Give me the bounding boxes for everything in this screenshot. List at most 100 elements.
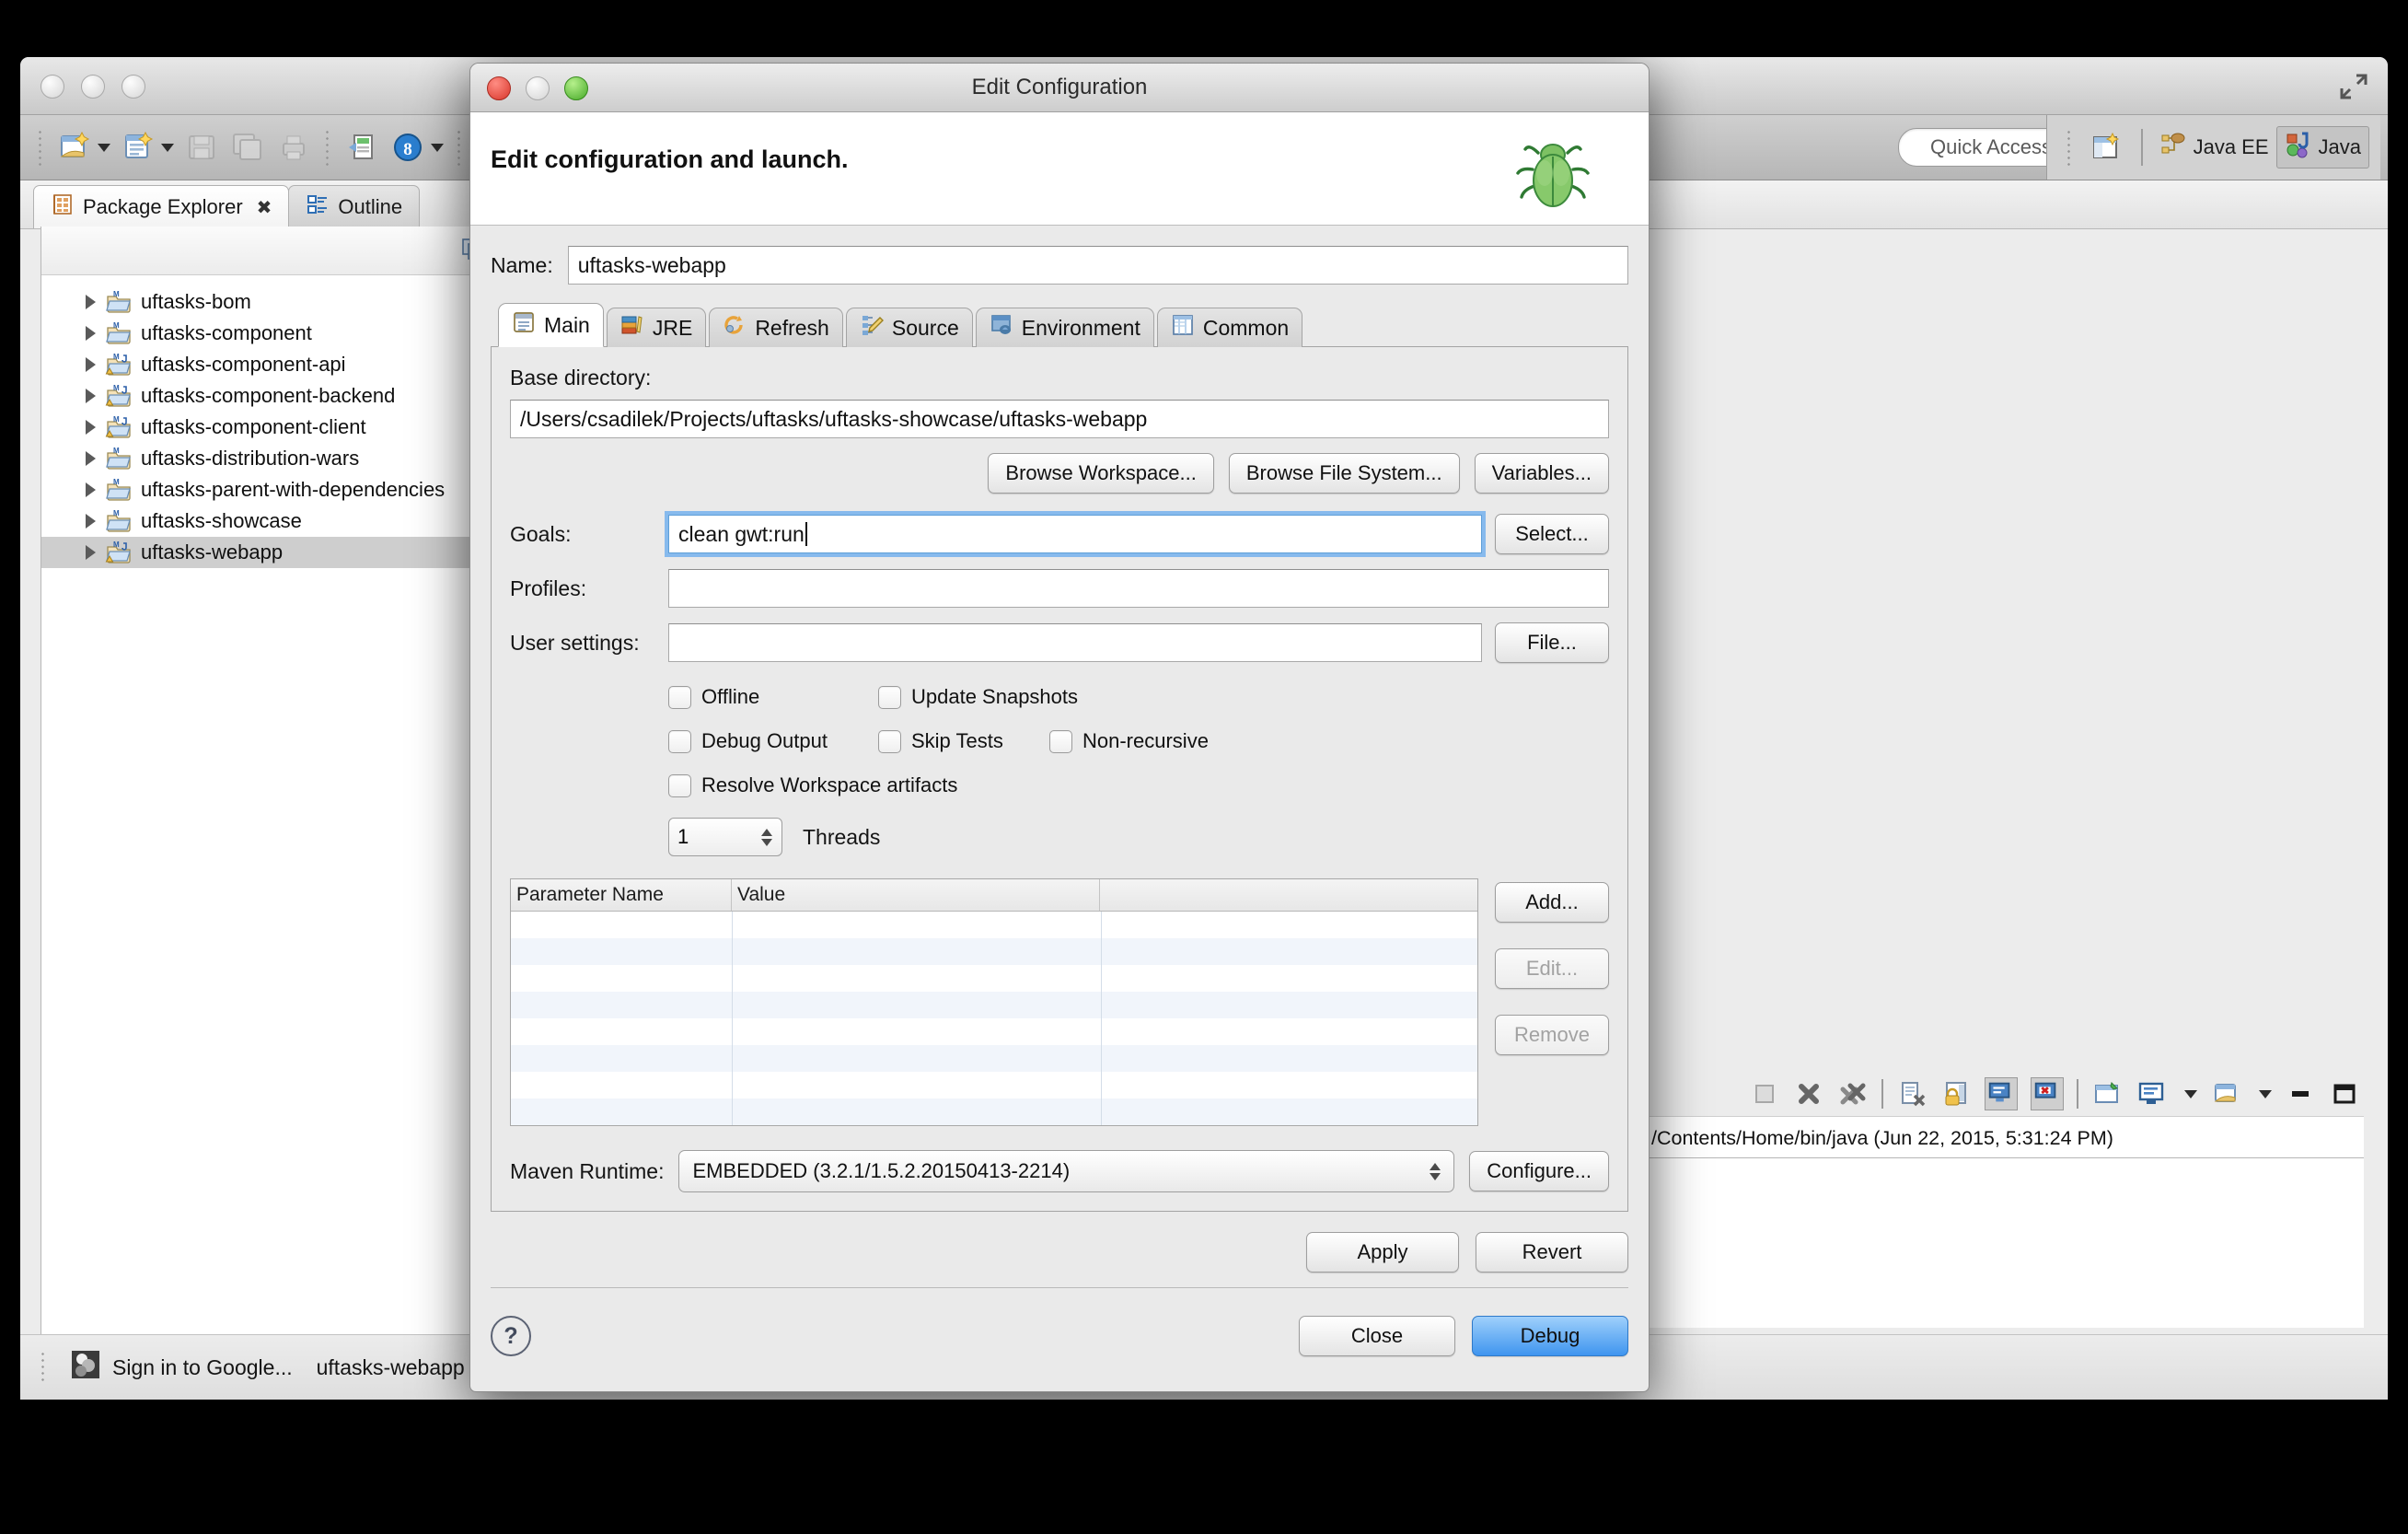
perspective-java[interactable]: Java [2275, 126, 2369, 169]
select-arrows-icon[interactable] [1430, 1162, 1441, 1180]
browse-workspace-button[interactable]: Browse Workspace... [988, 453, 1214, 494]
stepper-down-icon[interactable] [761, 838, 772, 846]
checkbox-box[interactable] [1049, 729, 1072, 753]
debug-button[interactable]: Debug [1472, 1316, 1628, 1356]
expand-arrow-icon[interactable] [86, 420, 96, 435]
tree-item-uftasks-component[interactable]: M uftasks-component [41, 318, 502, 349]
dialog-zoom-button[interactable] [564, 76, 588, 100]
perspective-grip[interactable] [2066, 129, 2072, 166]
view-tab-outline[interactable]: Outline [288, 185, 421, 228]
expand-arrow-icon[interactable] [86, 482, 96, 497]
expand-arrow-icon[interactable] [86, 295, 96, 309]
tree-item-uftasks-parent-with-dependencies[interactable]: M uftasks-parent-with-dependencies [41, 474, 502, 506]
project-tree[interactable]: M uftasks-bom M uftasks-component M ufta… [41, 275, 502, 568]
dialog-traffic-lights[interactable] [487, 76, 588, 100]
google-signin-button[interactable]: Sign in to Google... [70, 1349, 293, 1386]
minimize-button[interactable] [81, 75, 105, 99]
tree-item-uftasks-bom[interactable]: M uftasks-bom [41, 286, 502, 318]
save-button[interactable] [183, 129, 220, 166]
remove-launch-icon[interactable] [1793, 1078, 1824, 1110]
checkbox-resolve-workspace-artifacts[interactable]: Resolve Workspace artifacts [668, 773, 1609, 797]
lock-scroll-icon[interactable] [1940, 1078, 1972, 1110]
goals-input[interactable]: clean gwt:run [668, 515, 1482, 553]
tab-environment[interactable]: Environment [975, 308, 1154, 347]
checkbox-box[interactable] [668, 685, 691, 709]
tree-item-uftasks-component-client[interactable]: M uftasks-component-client [41, 412, 502, 443]
expand-arrow-icon[interactable] [86, 545, 96, 560]
checkbox-box[interactable] [878, 685, 901, 709]
remove-all-terminated-icon[interactable] [1837, 1078, 1869, 1110]
user-settings-file-button[interactable]: File... [1495, 622, 1609, 663]
dialog-minimize-button[interactable] [526, 76, 550, 100]
status-bar-grip[interactable] [41, 1351, 46, 1384]
apply-button[interactable]: Apply [1306, 1232, 1459, 1273]
close-button[interactable]: Close [1299, 1316, 1455, 1356]
checkbox-debug-output[interactable]: Debug Output [668, 729, 878, 753]
chevron-down-icon[interactable] [2259, 1089, 2272, 1098]
close-button[interactable] [41, 75, 64, 99]
save-all-button[interactable] [229, 129, 266, 166]
show-console-on-output-icon[interactable] [1985, 1077, 2018, 1110]
maven-runtime-select[interactable]: EMBEDDED (3.2.1/1.5.2.20150413-2214) [678, 1150, 1455, 1192]
tab-refresh[interactable]: Refresh [709, 308, 843, 347]
maximize-icon[interactable] [2329, 1078, 2360, 1110]
terminate-icon[interactable] [1749, 1078, 1780, 1110]
checkbox-offline[interactable]: Offline [668, 685, 878, 709]
add-parameter-button[interactable]: Add... [1495, 882, 1609, 923]
checkbox-box[interactable] [668, 729, 691, 753]
column-header-extra[interactable] [1100, 879, 1477, 911]
tree-item-uftasks-component-backend[interactable]: M uftasks-component-backend [41, 380, 502, 412]
fullscreen-icon[interactable] [2338, 72, 2369, 101]
table-row[interactable] [511, 1098, 1477, 1125]
select-goals-button[interactable]: Select... [1495, 514, 1609, 554]
table-row[interactable] [511, 1045, 1477, 1072]
profiles-input[interactable] [668, 569, 1609, 608]
dialog-close-button[interactable] [487, 76, 511, 100]
open-type-button[interactable] [343, 129, 380, 166]
user-settings-input[interactable] [668, 623, 1482, 662]
open-perspective-icon[interactable] [2088, 129, 2124, 166]
tab-source[interactable]: Source [845, 308, 973, 347]
column-header-parameter-name[interactable]: Parameter Name [511, 879, 732, 911]
pin-console-icon[interactable] [2091, 1078, 2123, 1110]
tab-main[interactable]: Main [498, 303, 604, 347]
base-directory-input[interactable]: /Users/csadilek/Projects/uftasks/uftasks… [510, 400, 1609, 438]
browse-file-system-button[interactable]: Browse File System... [1228, 453, 1460, 494]
help-icon[interactable]: ? [491, 1316, 531, 1356]
minimize-icon[interactable] [2285, 1078, 2316, 1110]
configuration-name-input[interactable]: uftasks-webapp [567, 246, 1628, 285]
perspective-java-ee[interactable]: Java EE [2152, 127, 2276, 168]
chevron-down-icon[interactable] [98, 143, 110, 152]
view-tab-package-explorer[interactable]: Package Explorer ✖ [33, 185, 290, 228]
table-row[interactable] [511, 1018, 1477, 1045]
expand-arrow-icon[interactable] [86, 514, 96, 529]
table-row[interactable] [511, 992, 1477, 1018]
chevron-down-icon[interactable] [161, 143, 174, 152]
table-row[interactable] [511, 965, 1477, 992]
variables-button[interactable]: Variables... [1474, 453, 1609, 494]
show-console-on-error-icon[interactable] [2031, 1077, 2064, 1110]
clear-console-icon[interactable] [1896, 1078, 1928, 1110]
tree-item-uftasks-component-api[interactable]: M uftasks-component-api [41, 349, 502, 380]
toolbar-grip[interactable] [38, 129, 43, 166]
expand-arrow-icon[interactable] [86, 357, 96, 372]
tree-item-uftasks-showcase[interactable]: M uftasks-showcase [41, 506, 502, 537]
parameters-table[interactable]: Parameter Name Value [510, 878, 1478, 1126]
stepper-up-icon[interactable] [761, 828, 772, 836]
console-view[interactable]: /Contents/Home/bin/java (Jun 22, 2015, 5… [1650, 1116, 2364, 1328]
display-selected-console-icon[interactable] [2136, 1078, 2167, 1110]
table-row[interactable] [511, 938, 1477, 965]
print-button[interactable] [275, 129, 312, 166]
zoom-button[interactable] [122, 75, 145, 99]
tree-item-uftasks-distribution-wars[interactable]: M uftasks-distribution-wars [41, 443, 502, 474]
chevron-down-icon[interactable] [2184, 1089, 2197, 1098]
open-console-icon[interactable] [2210, 1078, 2241, 1110]
table-row[interactable] [511, 1072, 1477, 1098]
stepper-arrows[interactable] [761, 828, 772, 846]
tab-common[interactable]: Common [1156, 308, 1303, 347]
checkbox-box[interactable] [668, 773, 691, 797]
expand-arrow-icon[interactable] [86, 326, 96, 341]
tab-jre[interactable]: JRE [606, 308, 707, 347]
expand-arrow-icon[interactable] [86, 451, 96, 466]
new-wizard-button[interactable] [56, 129, 110, 166]
